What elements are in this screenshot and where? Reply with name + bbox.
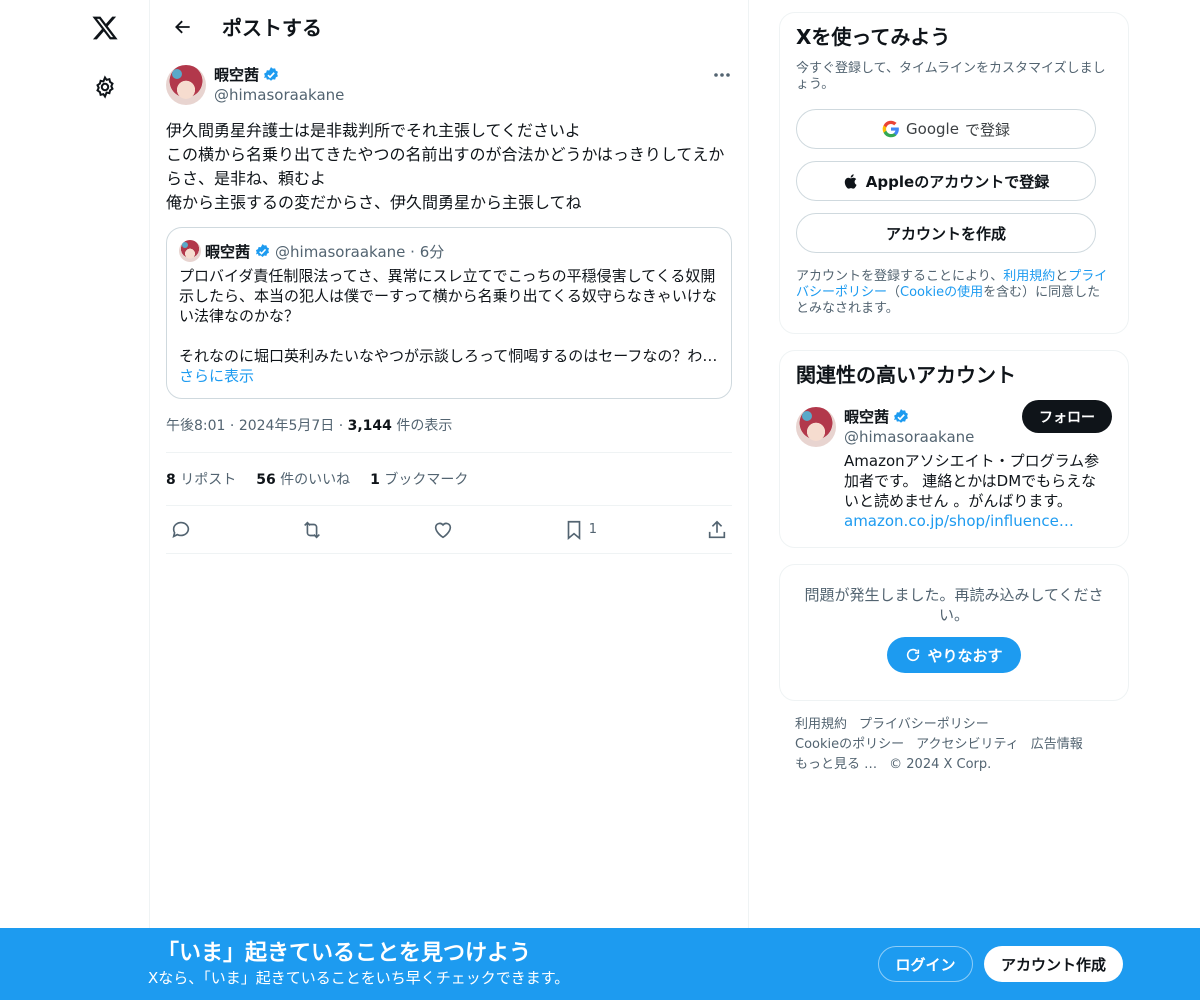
like-button[interactable] (432, 519, 454, 541)
settings-gear-icon[interactable] (85, 67, 125, 107)
verified-badge-icon (264, 67, 278, 81)
banner-signup-button[interactable]: アカウント作成 (984, 946, 1123, 982)
main-column: ポストする 暇空茜 @himasoraakane 伊久間勇星弁護士は是非裁判所で… (149, 0, 749, 1000)
related-name[interactable]: 暇空茜 (844, 407, 889, 427)
more-options-icon[interactable] (712, 65, 732, 85)
footer-accessibility[interactable]: アクセシビリティ (916, 737, 1019, 752)
google-icon (882, 120, 899, 138)
avatar[interactable] (796, 407, 836, 447)
show-more-link[interactable]: さらに表示 (179, 366, 719, 386)
signup-banner: 「いま」起きていることを見つけよう Xなら、「いま」起きていることをいち早くチェ… (0, 928, 1200, 1000)
apple-signup-button[interactable]: Appleのアカウントで登録 (796, 161, 1096, 201)
error-message: 問題が発生しました。再読み込みしてください。 (804, 586, 1104, 624)
footer-links: 利用規約 プライバシーポリシー Cookieのポリシー アクセシビリティ 広告情報 も… (779, 715, 1129, 775)
bookmark-count: 1 (588, 522, 598, 537)
create-account-label: アカウントを作成 (885, 224, 1006, 243)
repost-button[interactable] (301, 519, 323, 541)
reply-icon (172, 521, 190, 538)
retry-label: やりなおす (927, 646, 1003, 665)
post-time[interactable]: 午後8:01 (166, 418, 225, 434)
related-accounts-card: 関連性の高いアカウント 暇空茜 @himasoraakane Amazonアソシ… (779, 350, 1129, 548)
main-post: 暇空茜 @himasoraakane 伊久間勇星弁護士は是非裁判所でそれ主張して… (150, 65, 748, 554)
post-actions: 1 (166, 506, 732, 554)
signup-subtitle: 今すぐ登録して、タイムラインをカスタマイズしましょう。 (796, 61, 1106, 92)
post-text: 伊久間勇星弁護士は是非裁判所でそれ主張してくださいよ この横から名乗り出てきたや… (166, 121, 725, 212)
avatar (179, 240, 201, 262)
share-button[interactable] (706, 519, 728, 541)
refresh-icon (907, 648, 920, 662)
quote-meta: @himasoraakane · 6分 (275, 242, 445, 261)
banner-subtitle: Xなら、「いま」起きていることをいち早くチェックできます。 (148, 969, 570, 987)
bookmark-button[interactable]: 1 (563, 519, 597, 541)
google-signup-label: で登録 (964, 120, 1010, 139)
banner-title: 「いま」起きていることを見つけよう (157, 941, 532, 966)
bio-link[interactable]: amazon.co.jp/shop/influence… (844, 512, 1074, 530)
retry-button[interactable]: やりなおす (887, 637, 1021, 673)
quote-author-name: 暇空茜 (205, 242, 251, 261)
reply-button[interactable] (170, 519, 192, 541)
bookmark-icon (567, 520, 581, 540)
cookie-link[interactable]: Cookieの使用 (900, 285, 983, 300)
terms-link[interactable]: 利用規約 (1003, 269, 1055, 284)
author-handle[interactable]: @himasoraakane (214, 85, 344, 105)
footer-copyright: © 2024 X Corp. (889, 757, 992, 772)
avatar[interactable] (166, 65, 206, 105)
google-brand: Google (906, 120, 959, 138)
related-title: 関連性の高いアカウント (796, 363, 1016, 387)
verified-badge-icon (894, 409, 908, 423)
footer-terms[interactable]: 利用規約 (795, 717, 847, 732)
footer-ads[interactable]: 広告情報 (1031, 737, 1083, 752)
repost-icon (304, 520, 320, 539)
follow-button[interactable]: フォロー (1022, 400, 1112, 433)
back-arrow-icon[interactable] (166, 10, 200, 44)
reposts-stat[interactable]: 8 リポスト (166, 469, 236, 489)
post-stats: 8 リポスト 56 件のいいね 1 ブックマーク (166, 453, 732, 506)
verified-badge-icon (255, 243, 270, 257)
author-name[interactable]: 暇空茜 (214, 65, 259, 85)
post-meta: 午後8:01 · 2024年5月7日 · 3,144 件の表示 (166, 415, 732, 453)
share-icon (708, 520, 726, 538)
quote-text: プロバイダ責任制限法ってさ、異常にスレ立てでこっちの平穏侵害してくる奴開示したら… (179, 267, 718, 365)
google-signup-button[interactable]: Google で登録 (796, 109, 1096, 149)
related-user[interactable]: 暇空茜 @himasoraakane Amazonアソシエイト・プログラム参加者… (780, 387, 1128, 531)
terms-text: アカウントを登録することにより、利用規約とプライバシーポリシー（Cookieの使… (796, 269, 1108, 316)
post-author: 暇空茜 @himasoraakane (166, 65, 732, 105)
signup-card: Xを使ってみよう 今すぐ登録して、タイムラインをカスタマイズしましょう。 Goo… (779, 12, 1129, 334)
left-nav (0, 0, 150, 1000)
create-account-button[interactable]: アカウントを作成 (796, 213, 1096, 253)
apple-signup-label: Appleのアカウントで登録 (865, 172, 1050, 191)
page-header: ポストする (150, 0, 748, 53)
footer-cookie[interactable]: Cookieのポリシー (795, 737, 904, 752)
heart-icon (434, 522, 452, 538)
post-date[interactable]: 2024年5月7日 (239, 418, 334, 434)
error-card: 問題が発生しました。再読み込みしてください。 やりなおす (779, 564, 1129, 701)
signup-title: Xを使ってみよう (796, 25, 951, 49)
right-sidebar: Xを使ってみよう 今すぐ登録して、タイムラインをカスタマイズしましょう。 Goo… (779, 0, 1129, 775)
apple-icon (844, 173, 857, 189)
footer-privacy[interactable]: プライバシーポリシー (859, 717, 989, 732)
related-bio: Amazonアソシエイト・プログラム参加者です。 連絡とかはDMでもらえないと読… (844, 452, 1100, 530)
quoted-post[interactable]: 暇空茜 @himasoraakane · 6分 プロバイダ責任制限法ってさ、異常… (166, 227, 732, 399)
likes-stat[interactable]: 56 件のいいね (256, 469, 350, 489)
page-title: ポストする (222, 16, 322, 40)
login-button[interactable]: ログイン (878, 946, 973, 982)
bookmarks-stat[interactable]: 1 ブックマーク (370, 469, 468, 489)
footer-more[interactable]: もっと見る … (795, 757, 877, 772)
x-logo-icon[interactable] (85, 8, 125, 48)
views-label: 件の表示 (396, 418, 453, 434)
views-count: 3,144 (347, 418, 392, 434)
